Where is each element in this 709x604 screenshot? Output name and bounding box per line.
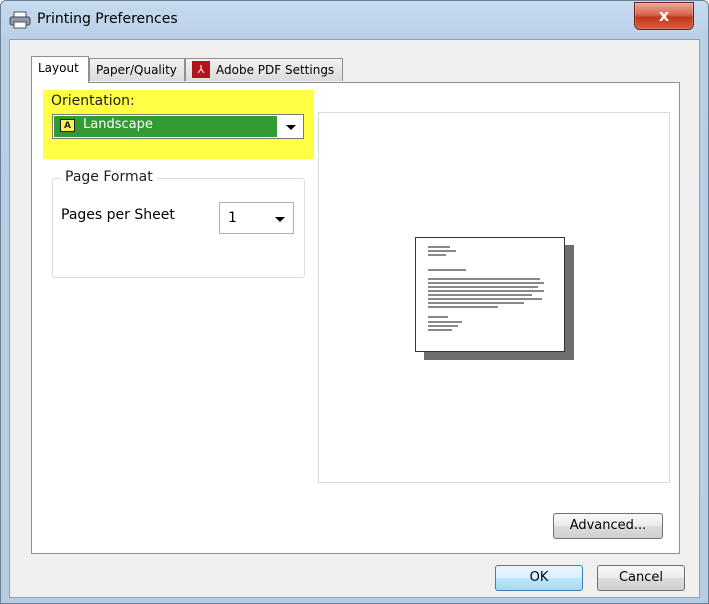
page-format-legend: Page Format <box>61 169 157 185</box>
pages-per-sheet-dropdown[interactable]: 1 <box>219 202 294 234</box>
adobe-pdf-icon: ⅄ <box>192 61 210 78</box>
dialog-client-area: Layout Paper/Quality ⅄ Adobe PDF Settings… <box>9 39 700 598</box>
page-format-group: Page Format Pages per Sheet 1 <box>52 169 305 278</box>
printer-icon <box>9 11 31 29</box>
advanced-button[interactable]: Advanced... <box>553 513 663 539</box>
chevron-down-icon[interactable] <box>286 125 296 130</box>
printing-preferences-window: Printing Preferences x Layout Paper/Qual… <box>0 0 709 604</box>
pages-per-sheet-value: 1 <box>228 210 237 226</box>
tab-adobe-pdf-settings-label: Adobe PDF Settings <box>216 63 335 77</box>
orientation-label: Orientation: <box>51 93 135 109</box>
orientation-value-text: Landscape <box>83 117 153 132</box>
cancel-button[interactable]: Cancel <box>597 565 685 591</box>
ok-button[interactable]: OK <box>495 565 583 591</box>
window-title: Printing Preferences <box>37 11 178 27</box>
orientation-dropdown[interactable]: A Landscape <box>52 114 304 139</box>
close-button[interactable]: x <box>634 2 694 30</box>
close-icon: x <box>658 6 670 25</box>
tab-paper-quality-label: Paper/Quality <box>96 63 177 77</box>
tab-layout-label: Layout <box>38 61 79 75</box>
tab-adobe-pdf-settings[interactable]: ⅄ Adobe PDF Settings <box>185 58 343 81</box>
page-preview-icon <box>415 237 565 352</box>
title-bar: Printing Preferences x <box>1 1 708 39</box>
pages-per-sheet-label: Pages per Sheet <box>61 207 175 223</box>
layout-preview <box>318 112 670 483</box>
chevron-down-icon[interactable] <box>275 217 285 222</box>
layout-tab-panel: Orientation: A Landscape Page Format Pag… <box>31 82 680 554</box>
orientation-selected-value: A Landscape <box>54 116 277 137</box>
landscape-icon: A <box>60 119 75 132</box>
tab-layout[interactable]: Layout <box>31 56 89 83</box>
tab-paper-quality[interactable]: Paper/Quality <box>89 58 185 81</box>
